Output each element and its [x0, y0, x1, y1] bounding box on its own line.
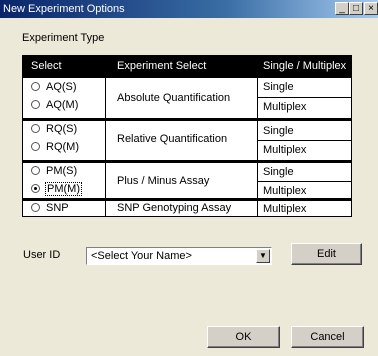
column-header-select: Select	[31, 60, 62, 72]
radio-snp[interactable]: SNP	[31, 201, 69, 216]
user-id-value: <Select Your Name>	[91, 250, 192, 262]
close-button[interactable]: ×	[364, 2, 378, 15]
minimize-button[interactable]: _	[335, 2, 349, 15]
ok-button[interactable]: OK	[207, 326, 280, 348]
radio-aq-m[interactable]: AQ(M)	[31, 98, 78, 113]
experiment-row-aq: AQ(S) AQ(M) Absolute Quantification Sing…	[23, 78, 351, 118]
radio-button-icon[interactable]	[31, 166, 40, 175]
radio-aq-s[interactable]: AQ(S)	[31, 80, 77, 95]
experiment-row-rq: RQ(S) RQ(M) Relative Quantification Sing…	[23, 118, 351, 160]
radio-button-icon[interactable]	[31, 100, 40, 109]
type-cell: Single	[263, 125, 294, 137]
dropdown-arrow-icon[interactable]: ▼	[256, 249, 270, 263]
user-id-select[interactable]: <Select Your Name> ▼	[86, 247, 272, 265]
column-header-type: Single / Multiplex	[263, 60, 347, 72]
experiment-description: Relative Quantification	[117, 133, 228, 145]
experiment-description: Absolute Quantification	[117, 92, 231, 104]
type-cell: Multiplex	[263, 203, 307, 215]
grid-header: Select Experiment Select Single / Multip…	[23, 56, 351, 78]
experiment-description: SNP Genotyping Assay	[117, 202, 232, 214]
window-title: New Experiment Options	[3, 3, 125, 15]
radio-button-icon[interactable]	[31, 203, 40, 212]
radio-button-icon[interactable]	[31, 142, 40, 151]
radio-rq-s[interactable]: RQ(S)	[31, 122, 77, 137]
experiment-row-snp: SNP SNP Genotyping Assay Multiplex	[23, 198, 351, 216]
radio-button-icon[interactable]	[31, 124, 40, 133]
experiment-type-label: Experiment Type	[22, 32, 105, 44]
radio-rq-m[interactable]: RQ(M)	[31, 140, 79, 155]
column-header-experiment: Experiment Select	[117, 60, 207, 72]
type-cell: Single	[263, 81, 294, 93]
experiment-row-pm: PM(S) PM(M) Plus / Minus Assay Single Mu…	[23, 160, 351, 198]
experiment-type-grid: Select Experiment Select Single / Multip…	[22, 55, 352, 217]
experiment-description: Plus / Minus Assay	[117, 175, 210, 187]
maximize-button[interactable]: □	[349, 2, 363, 15]
edit-button[interactable]: Edit	[291, 243, 362, 265]
type-cell: Multiplex	[263, 144, 307, 156]
type-cell: Single	[263, 166, 294, 178]
radio-pm-m[interactable]: PM(M)	[31, 182, 82, 197]
cancel-button[interactable]: Cancel	[291, 326, 364, 348]
type-cell: Multiplex	[263, 185, 307, 197]
radio-button-icon[interactable]	[31, 82, 40, 91]
type-cell: Multiplex	[263, 101, 307, 113]
radio-button-selected-icon[interactable]	[31, 184, 40, 193]
user-id-label: User ID	[23, 249, 61, 261]
title-bar: New Experiment Options _ □ ×	[0, 0, 378, 18]
radio-pm-s[interactable]: PM(S)	[31, 164, 77, 179]
